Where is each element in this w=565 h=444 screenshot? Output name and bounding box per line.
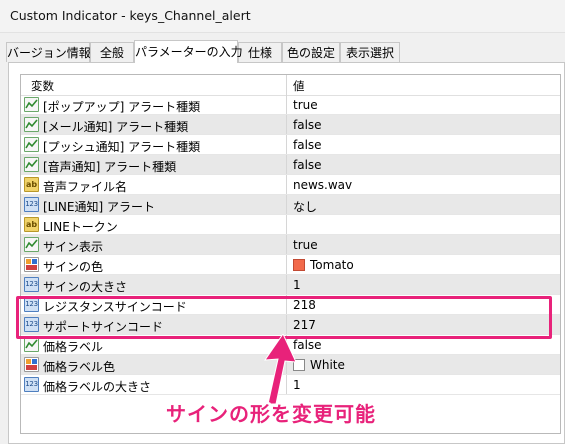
row-name: [音声通知] アラート種類: [43, 160, 177, 174]
row-name: [メール通知] アラート種類: [43, 120, 189, 134]
row-name: サイン表示: [43, 240, 104, 254]
column-divider: [286, 275, 287, 294]
table-row[interactable]: 123 [LINE通知] アラート なし: [21, 195, 560, 215]
annotation-arrow-icon: [263, 334, 297, 405]
row-value-text: news.wav: [293, 178, 353, 192]
tab-input-parameters[interactable]: パラメーターの入力: [134, 40, 243, 63]
row-name: [LINE通知] アラート: [43, 200, 155, 214]
table-row[interactable]: ab LINEトークン: [21, 215, 560, 235]
row-name: 価格ラベル: [43, 340, 104, 354]
column-separator[interactable]: [286, 75, 287, 95]
table-row[interactable]: サインの色 Tomato: [21, 255, 560, 275]
window-title: Custom Indicator - keys_Channel_alert: [10, 8, 251, 23]
annotation-text: サインの形を変更可能: [166, 402, 376, 426]
tab-color-settings[interactable]: 色の設定: [282, 42, 340, 62]
column-divider: [286, 235, 287, 254]
column-divider: [286, 255, 287, 274]
column-divider: [286, 95, 287, 114]
row-name: サインの大きさ: [43, 280, 128, 294]
grid-header: 変数 値: [21, 75, 560, 96]
row-value[interactable]: 1: [293, 278, 301, 292]
column-divider: [286, 115, 287, 134]
annotation-highlight-box: [16, 296, 552, 339]
color-icon: [24, 257, 39, 272]
row-value-text: true: [293, 238, 318, 252]
boolean-icon: [24, 237, 39, 252]
row-name: 音声ファイル名: [43, 180, 128, 194]
number-icon: 123: [24, 377, 39, 392]
row-value[interactable]: true: [293, 98, 318, 112]
row-value-text: なし: [293, 200, 318, 214]
tab-bar: バージョン情報 全般 パラメーターの入力 仕様 色の設定 表示選択: [6, 40, 565, 63]
color-swatch: [293, 259, 305, 271]
row-value-text: false: [293, 118, 322, 132]
row-value[interactable]: Tomato: [293, 258, 354, 272]
column-divider: [286, 175, 287, 194]
tab-general[interactable]: 全般: [90, 42, 134, 62]
row-value[interactable]: false: [293, 118, 322, 132]
boolean-icon: [24, 137, 39, 152]
row-name: LINEトークン: [43, 220, 118, 234]
table-row[interactable]: [ポップアップ] アラート種類 true: [21, 95, 560, 115]
row-value-text: Tomato: [310, 258, 354, 272]
tab-display-selection[interactable]: 表示選択: [340, 42, 400, 62]
tab-specification[interactable]: 仕様: [238, 42, 282, 62]
color-icon: [24, 357, 39, 372]
row-value[interactable]: false: [293, 158, 322, 172]
row-value-text: White: [310, 358, 345, 372]
tab-version-info[interactable]: バージョン情報: [6, 42, 91, 62]
row-name: 価格ラベルの大きさ: [43, 380, 152, 394]
table-row[interactable]: ab 音声ファイル名 news.wav: [21, 175, 560, 195]
row-value[interactable]: なし: [293, 198, 317, 215]
row-value-text: 1: [293, 278, 301, 292]
boolean-icon: [24, 157, 39, 172]
column-divider: [286, 195, 287, 214]
row-name: [プッシュ通知] アラート種類: [43, 140, 201, 154]
table-row[interactable]: 123 サインの大きさ 1: [21, 275, 560, 295]
number-icon: 123: [24, 197, 39, 212]
boolean-icon: [24, 117, 39, 132]
string-icon: ab: [24, 177, 39, 192]
row-value[interactable]: White: [293, 358, 345, 372]
row-value[interactable]: news.wav: [293, 178, 352, 192]
column-divider: [286, 215, 287, 234]
column-divider: [286, 155, 287, 174]
row-name: 価格ラベル色: [43, 360, 116, 374]
boolean-icon: [24, 97, 39, 112]
row-value-text: true: [293, 98, 318, 112]
table-row[interactable]: サイン表示 true: [21, 235, 560, 255]
number-icon: 123: [24, 277, 39, 292]
table-row[interactable]: [プッシュ通知] アラート種類 false: [21, 135, 560, 155]
window-titlebar: Custom Indicator - keys_Channel_alert: [0, 0, 565, 33]
column-divider: [286, 135, 287, 154]
column-header-value[interactable]: 値: [293, 78, 305, 94]
row-value-text: false: [293, 158, 322, 172]
row-value-text: false: [293, 138, 322, 152]
boolean-icon: [24, 337, 39, 352]
column-header-variable[interactable]: 変数: [31, 78, 54, 94]
row-value[interactable]: true: [293, 238, 318, 252]
row-name: [ポップアップ] アラート種類: [43, 100, 201, 114]
row-value[interactable]: false: [293, 138, 322, 152]
table-row[interactable]: [メール通知] アラート種類 false: [21, 115, 560, 135]
row-name: サインの色: [43, 260, 104, 274]
table-row[interactable]: [音声通知] アラート種類 false: [21, 155, 560, 175]
string-icon: ab: [24, 217, 39, 232]
